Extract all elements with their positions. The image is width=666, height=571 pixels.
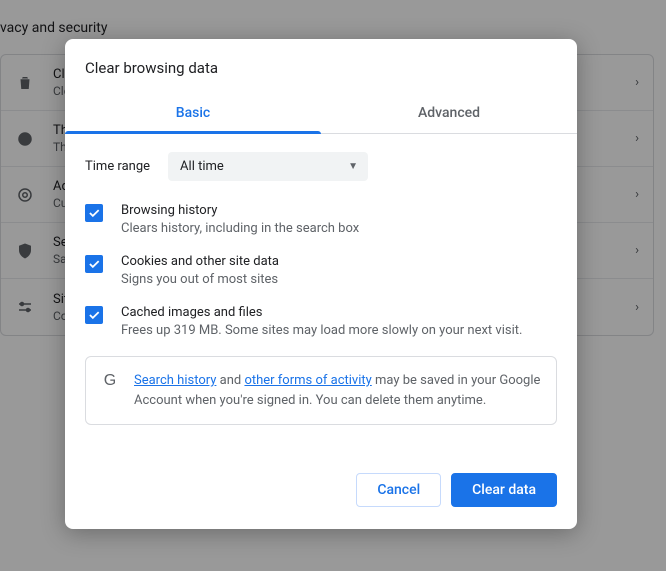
chevron-down-icon: ▼ [348,161,358,172]
search-history-link[interactable]: Search history [134,373,216,388]
dialog-title: Clear browsing data [65,39,577,95]
cancel-button[interactable]: Cancel [356,473,441,507]
clear-data-button[interactable]: Clear data [451,473,557,507]
time-range-label: Time range [85,159,150,174]
clear-browsing-data-dialog: Clear browsing data Basic Advanced Time … [65,39,577,529]
check-icon [87,257,101,271]
time-range-value: All time [180,159,224,174]
item-title: Browsing history [121,203,359,218]
checkbox-cached[interactable] [85,306,103,324]
google-account-notice: G Search history and other forms of acti… [85,356,557,425]
item-description: Signs you out of most sites [121,272,279,287]
item-title: Cookies and other site data [121,254,279,269]
checkbox-browsing-history[interactable] [85,204,103,222]
google-icon: G [100,371,120,391]
dialog-tabs: Basic Advanced [65,95,577,134]
checkbox-cookies[interactable] [85,255,103,273]
tab-advanced[interactable]: Advanced [321,95,577,133]
check-icon [87,206,101,220]
item-description: Frees up 319 MB. Some sites may load mor… [121,323,522,338]
time-range-select[interactable]: All time ▼ [168,152,368,181]
tab-basic[interactable]: Basic [65,95,321,133]
item-title: Cached images and files [121,305,522,320]
other-activity-link[interactable]: other forms of activity [244,373,371,388]
check-icon [87,308,101,322]
item-description: Clears history, including in the search … [121,221,359,236]
